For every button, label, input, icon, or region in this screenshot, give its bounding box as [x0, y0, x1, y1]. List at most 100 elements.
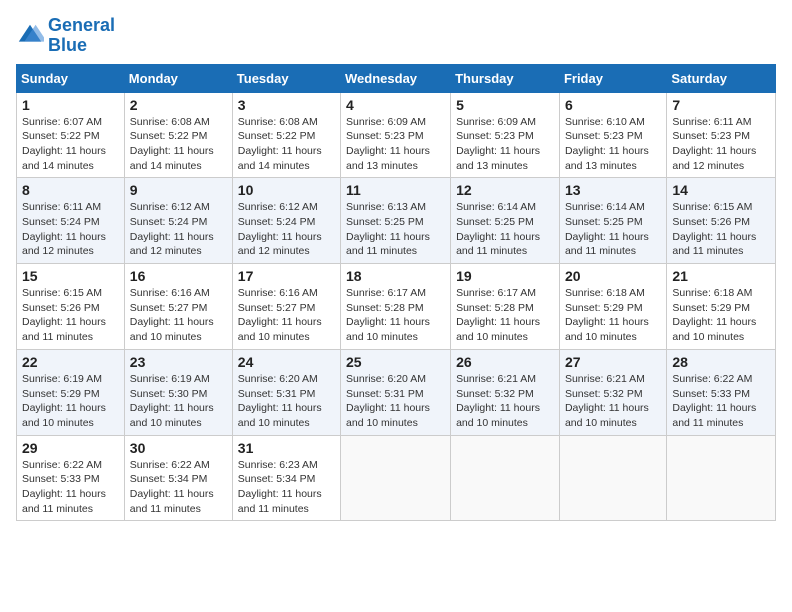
day-number: 4: [346, 97, 445, 113]
calendar-cell: [341, 435, 451, 521]
calendar-cell: 31 Sunrise: 6:23 AMSunset: 5:34 PMDaylig…: [232, 435, 340, 521]
calendar-cell: 8 Sunrise: 6:11 AMSunset: 5:24 PMDayligh…: [17, 178, 125, 264]
calendar-cell: 6 Sunrise: 6:10 AMSunset: 5:23 PMDayligh…: [559, 92, 666, 178]
calendar-cell: 28 Sunrise: 6:22 AMSunset: 5:33 PMDaylig…: [667, 349, 776, 435]
day-info: Sunrise: 6:08 AMSunset: 5:22 PMDaylight:…: [130, 115, 227, 174]
page-header: General Blue: [16, 16, 776, 56]
day-number: 5: [456, 97, 554, 113]
calendar-cell: 20 Sunrise: 6:18 AMSunset: 5:29 PMDaylig…: [559, 264, 666, 350]
day-number: 8: [22, 182, 119, 198]
day-number: 16: [130, 268, 227, 284]
day-info: Sunrise: 6:07 AMSunset: 5:22 PMDaylight:…: [22, 115, 119, 174]
day-info: Sunrise: 6:23 AMSunset: 5:34 PMDaylight:…: [238, 458, 335, 517]
day-info: Sunrise: 6:22 AMSunset: 5:33 PMDaylight:…: [672, 372, 770, 431]
day-info: Sunrise: 6:18 AMSunset: 5:29 PMDaylight:…: [672, 286, 770, 345]
day-number: 9: [130, 182, 227, 198]
day-info: Sunrise: 6:12 AMSunset: 5:24 PMDaylight:…: [238, 200, 335, 259]
logo-icon: [16, 22, 44, 50]
calendar-header-wednesday: Wednesday: [341, 64, 451, 92]
day-info: Sunrise: 6:16 AMSunset: 5:27 PMDaylight:…: [238, 286, 335, 345]
day-info: Sunrise: 6:22 AMSunset: 5:33 PMDaylight:…: [22, 458, 119, 517]
day-number: 12: [456, 182, 554, 198]
calendar-week-row: 29 Sunrise: 6:22 AMSunset: 5:33 PMDaylig…: [17, 435, 776, 521]
calendar-cell: 27 Sunrise: 6:21 AMSunset: 5:32 PMDaylig…: [559, 349, 666, 435]
day-info: Sunrise: 6:17 AMSunset: 5:28 PMDaylight:…: [456, 286, 554, 345]
calendar-cell: 7 Sunrise: 6:11 AMSunset: 5:23 PMDayligh…: [667, 92, 776, 178]
logo: General Blue: [16, 16, 115, 56]
calendar-week-row: 15 Sunrise: 6:15 AMSunset: 5:26 PMDaylig…: [17, 264, 776, 350]
day-info: Sunrise: 6:09 AMSunset: 5:23 PMDaylight:…: [456, 115, 554, 174]
day-number: 15: [22, 268, 119, 284]
calendar-cell: 9 Sunrise: 6:12 AMSunset: 5:24 PMDayligh…: [124, 178, 232, 264]
day-info: Sunrise: 6:18 AMSunset: 5:29 PMDaylight:…: [565, 286, 661, 345]
day-info: Sunrise: 6:15 AMSunset: 5:26 PMDaylight:…: [672, 200, 770, 259]
day-info: Sunrise: 6:14 AMSunset: 5:25 PMDaylight:…: [456, 200, 554, 259]
day-info: Sunrise: 6:20 AMSunset: 5:31 PMDaylight:…: [346, 372, 445, 431]
day-info: Sunrise: 6:13 AMSunset: 5:25 PMDaylight:…: [346, 200, 445, 259]
calendar-cell: 24 Sunrise: 6:20 AMSunset: 5:31 PMDaylig…: [232, 349, 340, 435]
day-number: 27: [565, 354, 661, 370]
calendar-cell: 10 Sunrise: 6:12 AMSunset: 5:24 PMDaylig…: [232, 178, 340, 264]
day-info: Sunrise: 6:16 AMSunset: 5:27 PMDaylight:…: [130, 286, 227, 345]
day-info: Sunrise: 6:19 AMSunset: 5:30 PMDaylight:…: [130, 372, 227, 431]
calendar-cell: [451, 435, 560, 521]
day-info: Sunrise: 6:12 AMSunset: 5:24 PMDaylight:…: [130, 200, 227, 259]
day-info: Sunrise: 6:14 AMSunset: 5:25 PMDaylight:…: [565, 200, 661, 259]
day-info: Sunrise: 6:20 AMSunset: 5:31 PMDaylight:…: [238, 372, 335, 431]
day-number: 2: [130, 97, 227, 113]
day-number: 10: [238, 182, 335, 198]
calendar-cell: 30 Sunrise: 6:22 AMSunset: 5:34 PMDaylig…: [124, 435, 232, 521]
day-number: 22: [22, 354, 119, 370]
day-number: 7: [672, 97, 770, 113]
day-number: 20: [565, 268, 661, 284]
day-number: 24: [238, 354, 335, 370]
calendar-cell: 17 Sunrise: 6:16 AMSunset: 5:27 PMDaylig…: [232, 264, 340, 350]
calendar-cell: 16 Sunrise: 6:16 AMSunset: 5:27 PMDaylig…: [124, 264, 232, 350]
day-number: 11: [346, 182, 445, 198]
day-number: 3: [238, 97, 335, 113]
calendar-cell: 22 Sunrise: 6:19 AMSunset: 5:29 PMDaylig…: [17, 349, 125, 435]
calendar-cell: 19 Sunrise: 6:17 AMSunset: 5:28 PMDaylig…: [451, 264, 560, 350]
calendar-week-row: 22 Sunrise: 6:19 AMSunset: 5:29 PMDaylig…: [17, 349, 776, 435]
day-info: Sunrise: 6:19 AMSunset: 5:29 PMDaylight:…: [22, 372, 119, 431]
calendar-cell: 26 Sunrise: 6:21 AMSunset: 5:32 PMDaylig…: [451, 349, 560, 435]
calendar-cell: 29 Sunrise: 6:22 AMSunset: 5:33 PMDaylig…: [17, 435, 125, 521]
calendar-cell: 13 Sunrise: 6:14 AMSunset: 5:25 PMDaylig…: [559, 178, 666, 264]
calendar-week-row: 1 Sunrise: 6:07 AMSunset: 5:22 PMDayligh…: [17, 92, 776, 178]
day-info: Sunrise: 6:17 AMSunset: 5:28 PMDaylight:…: [346, 286, 445, 345]
day-number: 28: [672, 354, 770, 370]
calendar-table: SundayMondayTuesdayWednesdayThursdayFrid…: [16, 64, 776, 522]
day-number: 21: [672, 268, 770, 284]
day-info: Sunrise: 6:21 AMSunset: 5:32 PMDaylight:…: [456, 372, 554, 431]
calendar-cell: 25 Sunrise: 6:20 AMSunset: 5:31 PMDaylig…: [341, 349, 451, 435]
day-number: 6: [565, 97, 661, 113]
calendar-cell: 11 Sunrise: 6:13 AMSunset: 5:25 PMDaylig…: [341, 178, 451, 264]
calendar-header-friday: Friday: [559, 64, 666, 92]
day-number: 14: [672, 182, 770, 198]
day-info: Sunrise: 6:15 AMSunset: 5:26 PMDaylight:…: [22, 286, 119, 345]
day-number: 23: [130, 354, 227, 370]
day-info: Sunrise: 6:09 AMSunset: 5:23 PMDaylight:…: [346, 115, 445, 174]
calendar-header-tuesday: Tuesday: [232, 64, 340, 92]
day-info: Sunrise: 6:11 AMSunset: 5:23 PMDaylight:…: [672, 115, 770, 174]
calendar-cell: 2 Sunrise: 6:08 AMSunset: 5:22 PMDayligh…: [124, 92, 232, 178]
calendar-week-row: 8 Sunrise: 6:11 AMSunset: 5:24 PMDayligh…: [17, 178, 776, 264]
calendar-cell: 14 Sunrise: 6:15 AMSunset: 5:26 PMDaylig…: [667, 178, 776, 264]
day-info: Sunrise: 6:08 AMSunset: 5:22 PMDaylight:…: [238, 115, 335, 174]
day-info: Sunrise: 6:21 AMSunset: 5:32 PMDaylight:…: [565, 372, 661, 431]
day-number: 31: [238, 440, 335, 456]
day-info: Sunrise: 6:22 AMSunset: 5:34 PMDaylight:…: [130, 458, 227, 517]
calendar-cell: [667, 435, 776, 521]
day-info: Sunrise: 6:11 AMSunset: 5:24 PMDaylight:…: [22, 200, 119, 259]
calendar-cell: 4 Sunrise: 6:09 AMSunset: 5:23 PMDayligh…: [341, 92, 451, 178]
calendar-cell: 18 Sunrise: 6:17 AMSunset: 5:28 PMDaylig…: [341, 264, 451, 350]
calendar-cell: 1 Sunrise: 6:07 AMSunset: 5:22 PMDayligh…: [17, 92, 125, 178]
calendar-header-row: SundayMondayTuesdayWednesdayThursdayFrid…: [17, 64, 776, 92]
calendar-cell: [559, 435, 666, 521]
logo-text: General Blue: [48, 16, 115, 56]
calendar-cell: 3 Sunrise: 6:08 AMSunset: 5:22 PMDayligh…: [232, 92, 340, 178]
calendar-cell: 5 Sunrise: 6:09 AMSunset: 5:23 PMDayligh…: [451, 92, 560, 178]
day-number: 13: [565, 182, 661, 198]
calendar-header-monday: Monday: [124, 64, 232, 92]
day-number: 17: [238, 268, 335, 284]
